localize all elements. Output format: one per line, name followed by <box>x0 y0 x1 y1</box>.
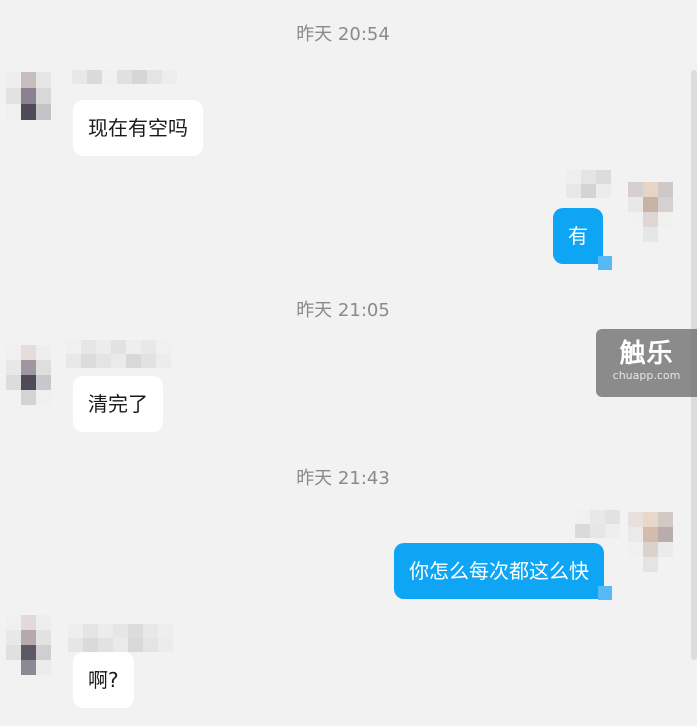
avatar[interactable] <box>628 512 673 572</box>
sender-name <box>566 170 611 198</box>
message-bubble-outgoing[interactable]: 你怎么每次都这么快 <box>394 543 604 599</box>
watermark-site: chuapp.com <box>612 369 681 382</box>
sender-name <box>575 510 620 538</box>
timestamp: 昨天 21:43 <box>296 468 390 489</box>
timestamp: 昨天 21:05 <box>296 300 390 321</box>
bubble-tail <box>598 586 612 600</box>
watermark-brand: 触乐 <box>619 339 674 369</box>
avatar[interactable] <box>6 345 51 405</box>
watermark-logo: 触乐 chuapp.com <box>596 329 697 397</box>
message-bubble-incoming[interactable]: 啊? <box>73 652 134 708</box>
avatar[interactable] <box>6 72 51 120</box>
timestamp: 昨天 20:54 <box>296 24 390 45</box>
sender-name <box>66 340 171 368</box>
sender-name <box>68 624 173 652</box>
message-bubble-outgoing[interactable]: 有 <box>553 208 603 264</box>
message-bubble-incoming[interactable]: 现在有空吗 <box>73 100 203 156</box>
avatar[interactable] <box>6 615 51 675</box>
sender-name <box>72 70 177 84</box>
bubble-tail <box>598 256 612 270</box>
message-bubble-incoming[interactable]: 清完了 <box>73 376 163 432</box>
avatar[interactable] <box>628 182 673 242</box>
